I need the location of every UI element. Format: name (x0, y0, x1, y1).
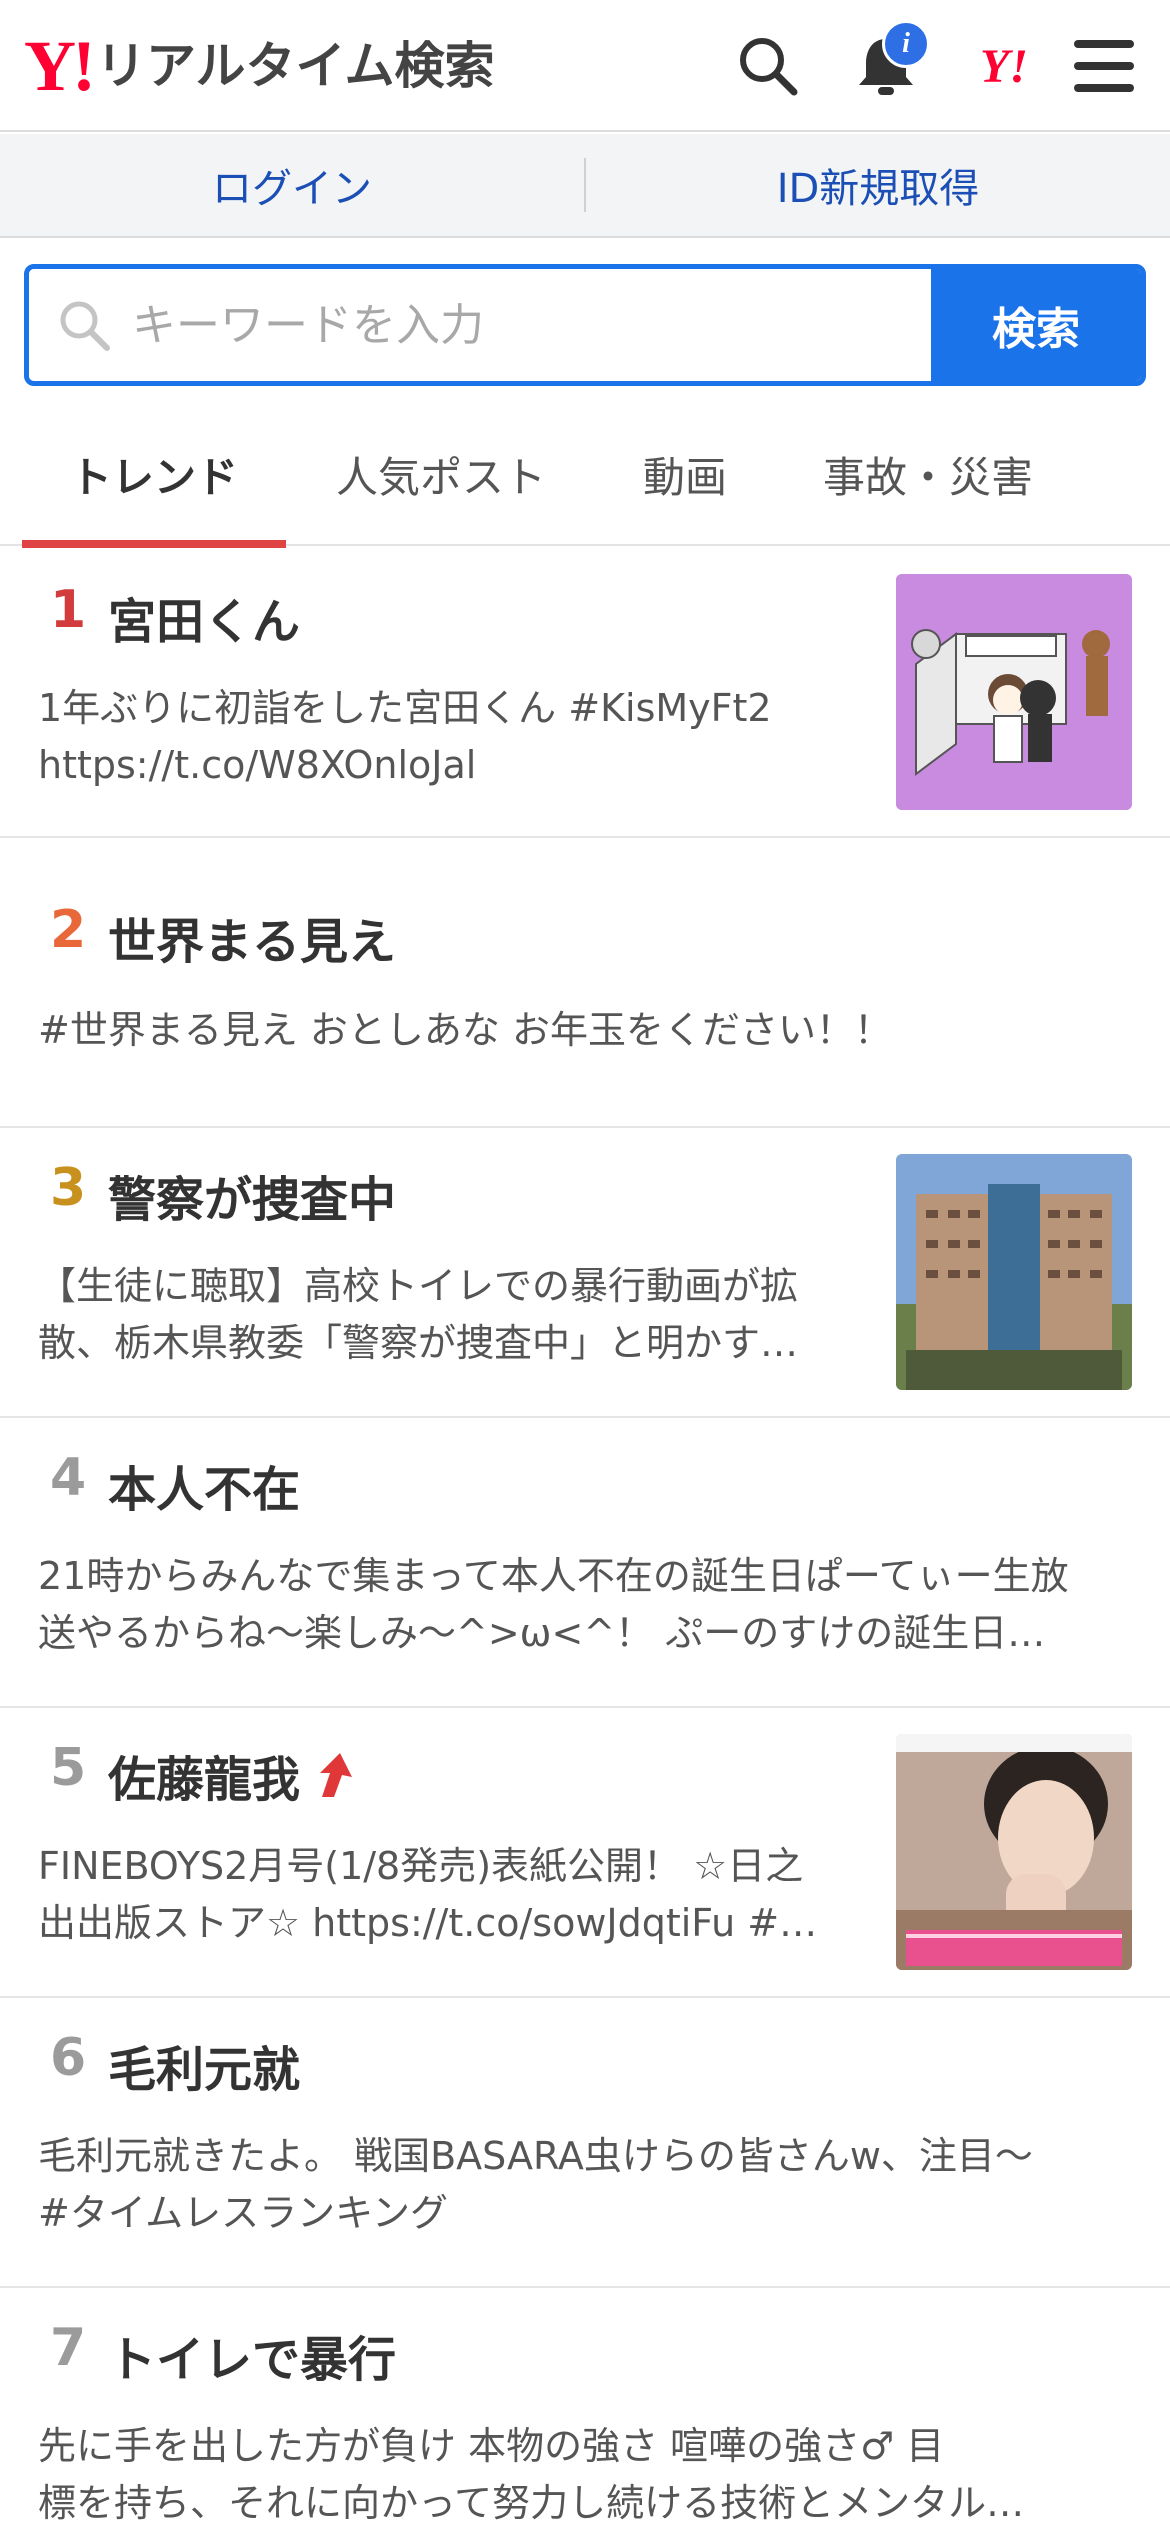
tab-videos[interactable]: 動画 (610, 402, 760, 546)
login-bar: ログイン ID新規取得 (0, 134, 1170, 238)
trend-description-line: 送やるからね〜楽しみ〜^>ω<^󠀠！ ぷーのすけの誕生日… (38, 1611, 1046, 1655)
search-icon-button[interactable] (732, 30, 804, 102)
search-button[interactable]: 検索 (931, 269, 1141, 381)
trend-item-6[interactable]: 6 毛利元就 毛利元就きたよ。 戦国BASARA虫けらの皆さんw、注目〜 #タイ… (0, 1998, 1170, 2288)
trend-description: FINEBOYS2月号(1/8発売)表紙公開！ ☆日之 出出版ストア☆ http… (38, 1838, 868, 1952)
trend-title: 本人不在 (108, 1462, 301, 1518)
trend-item-3[interactable]: 3 警察が捜査中 【生徒に聴取】高校トイレでの暴行動画が拡 散、栃木県教委「警察… (0, 1128, 1170, 1418)
trend-description-line: 標を持ち、それに向かって努力し続ける技術とメンタル… (38, 2481, 1025, 2525)
login-link[interactable]: ログイン (0, 156, 584, 214)
trend-title: 毛利元就 (108, 2042, 301, 2098)
trend-item-1[interactable]: 1 宮田くん 1年ぶりに初詣をした宮田くん #KisMyFt2 https://… (0, 546, 1170, 838)
trend-description-line: FINEBOYS2月号(1/8発売)表紙公開！ ☆日之 (38, 1844, 804, 1888)
trend-title: 宮田くん (108, 594, 301, 650)
search-field-icon (55, 296, 118, 354)
trend-thumbnail[interactable] (896, 1154, 1132, 1390)
search-input[interactable] (117, 299, 931, 351)
trend-description: #世界まる見え おとしあな お年玉をください！！ (38, 1002, 1128, 1059)
magazine-cover-thumbnail-icon (896, 1734, 1132, 1970)
trend-description: 1年ぶりに初詣をした宮田くん #KisMyFt2 https://t.co/W8… (38, 680, 868, 794)
trend-title: 警察が捜査中 (108, 1172, 397, 1228)
trend-description: 【生徒に聴取】高校トイレでの暴行動画が拡 散、栃木県教委「警察が捜査中」と明かす… (38, 1258, 868, 1372)
trend-rank: 6 (50, 2028, 87, 2088)
notification-button[interactable]: i (850, 20, 930, 102)
trend-description-line: 【生徒に聴取】高校トイレでの暴行動画が拡 (38, 1264, 799, 1308)
trend-description: 毛利元就きたよ。 戦国BASARA虫けらの皆さんw、注目〜 #タイムレスランキン… (38, 2128, 1138, 2242)
illustration-thumbnail-icon (896, 574, 1132, 810)
category-tabs: トレンド 人気ポスト 動画 事故・災害 (0, 402, 1170, 548)
trend-rank: 7 (50, 2318, 87, 2378)
trend-rank: 3 (50, 1158, 87, 1218)
trend-description-line: 出出版ストア☆ https://t.co/sowJdqtiFu #… (38, 1901, 818, 1945)
trend-item-2[interactable]: 2 世界まる見え #世界まる見え おとしあな お年玉をください！！ (0, 838, 1170, 1128)
trend-description: 先に手を出した方が負け󠀠 󠀠本物の強さ󠀠 喧嘩の強さ󠀠♂ 目 標を持ち、それに向… (38, 2418, 1138, 2532)
tab-trend[interactable]: トレンド (22, 402, 286, 548)
trend-rank: 1 (50, 580, 87, 640)
trend-rank: 5 (50, 1738, 87, 1798)
trend-description-line: 21時からみんなで集まって本人不在の誕生日ぱーてぃー生放 (38, 1554, 1069, 1598)
building-photo-thumbnail-icon (896, 1154, 1132, 1390)
trend-description-line: 毛利元就きたよ。 戦国BASARA虫けらの皆さんw、注目〜 (38, 2134, 1033, 2178)
trend-thumbnail[interactable] (896, 574, 1132, 810)
tab-accidents-disasters[interactable]: 事故・災害 (800, 402, 1056, 546)
trend-list: 1 宮田くん 1年ぶりに初詣をした宮田くん #KisMyFt2 https://… (0, 546, 1170, 2532)
trend-description-line: #タイムレスランキング (38, 2191, 448, 2235)
trend-description-line: 先に手を出した方が負け󠀠 󠀠本物の強さ󠀠 喧嘩の強さ󠀠♂ 目 (38, 2424, 945, 2468)
trend-description-line: 1年ぶりに初詣をした宮田くん #KisMyFt2 (38, 686, 772, 730)
trending-up-arrow-icon (314, 1751, 356, 1799)
trend-thumbnail[interactable] (896, 1734, 1132, 1970)
trend-description-line: https://t.co/W8XOnloJal (38, 743, 477, 787)
trend-rank: 2 (50, 900, 87, 960)
trend-description: 21時からみんなで集まって本人不在の誕生日ぱーてぃー生放 送やるからね〜楽しみ〜… (38, 1548, 1138, 1662)
hamburger-menu-icon (1074, 40, 1134, 92)
trend-title-text: 佐藤龍我 (108, 1752, 301, 1808)
trend-rank: 4 (50, 1448, 87, 1508)
yahoo-realtime-logo[interactable]: Y! リアルタイム検索 (24, 28, 494, 104)
search-box: 検索 (24, 264, 1146, 386)
trend-description-line: #世界まる見え おとしあな お年玉をください！！ (38, 1008, 893, 1052)
search-icon (740, 38, 798, 96)
trend-item-7[interactable]: 7 トイレで暴行 先に手を出した方が負け󠀠 󠀠本物の強さ󠀠 喧嘩の強さ󠀠♂ 目 … (0, 2288, 1170, 2532)
app-header: Y! リアルタイム検索 i Y! (0, 0, 1170, 132)
notification-badge: i (882, 20, 930, 68)
trend-description-line: 散、栃木県教委「警察が捜査中」と明かす… (38, 1321, 799, 1365)
yahoo-mini-logo: Y! (980, 39, 1028, 93)
trend-title: 佐藤龍我 (108, 1740, 356, 1810)
trend-title: 世界まる見え (108, 914, 397, 970)
trend-item-5[interactable]: 5 佐藤龍我 FINEBOYS2月号(1/8発売)表紙公開！ ☆日之 出出版スト… (0, 1708, 1170, 1998)
trend-title: トイレで暴行 (108, 2332, 397, 2388)
logo-text: リアルタイム検索 (95, 37, 495, 95)
yahoo-logo-mark: Y! (24, 26, 96, 106)
trend-item-4[interactable]: 4 本人不在 21時からみんなで集まって本人不在の誕生日ぱーてぃー生放 送やるか… (0, 1418, 1170, 1708)
yahoo-top-link[interactable]: Y! (968, 30, 1040, 102)
register-link[interactable]: ID新規取得 (586, 156, 1170, 214)
menu-button[interactable] (1068, 30, 1140, 102)
search-field (29, 269, 931, 381)
tab-popular-posts[interactable]: 人気ポスト (316, 402, 566, 546)
